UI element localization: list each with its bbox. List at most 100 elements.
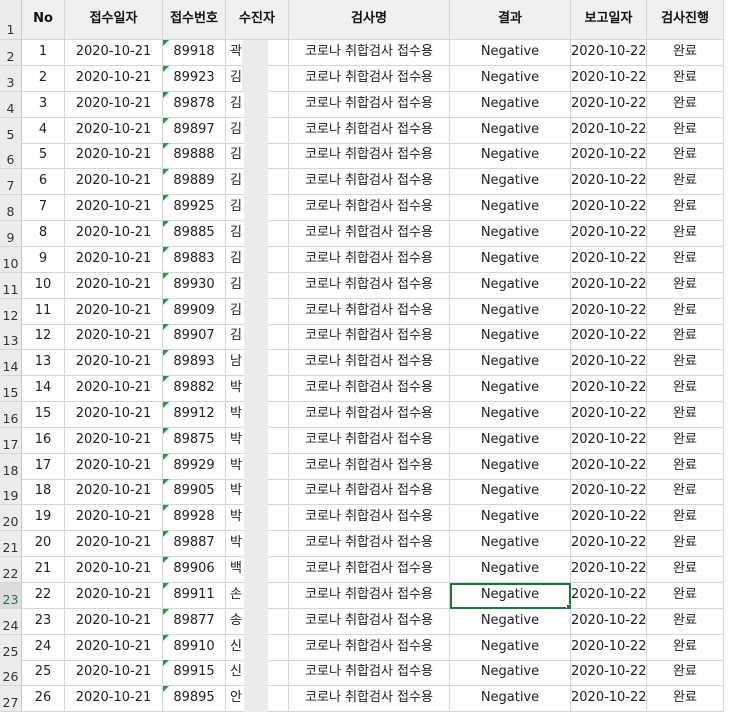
cell-no[interactable]: 23: [22, 608, 65, 635]
cell-received-date[interactable]: 2020-10-21: [65, 608, 163, 635]
cell-report-date[interactable]: 2020-10-22: [571, 376, 647, 403]
row-header[interactable]: 5: [0, 117, 22, 144]
cell-test-status[interactable]: 완료: [647, 65, 724, 92]
cell-report-date[interactable]: 2020-10-22: [571, 350, 647, 377]
cell-test-status[interactable]: 완료: [647, 40, 724, 66]
cell-result[interactable]: Negative: [450, 401, 571, 428]
cell-patient-name[interactable]: 박: [226, 505, 289, 532]
cell-received-date[interactable]: 2020-10-21: [65, 401, 163, 428]
column-header-received-date[interactable]: 접수일자: [65, 0, 163, 40]
cell-test-name[interactable]: 코로나 취합검사 접수용: [289, 479, 450, 506]
cell-patient-name[interactable]: 김: [226, 169, 289, 196]
cell-patient-name[interactable]: 김: [226, 117, 289, 144]
column-header-patient[interactable]: 수진자: [226, 0, 289, 40]
row-header[interactable]: 12: [0, 298, 22, 325]
row-header[interactable]: 3: [0, 65, 22, 92]
cell-test-status[interactable]: 완료: [647, 169, 724, 196]
cell-report-date[interactable]: 2020-10-22: [571, 40, 647, 66]
cell-test-name[interactable]: 코로나 취합검사 접수용: [289, 634, 450, 661]
cell-no[interactable]: 17: [22, 453, 65, 480]
cell-report-date[interactable]: 2020-10-22: [571, 557, 647, 583]
row-header[interactable]: 10: [0, 246, 22, 273]
cell-patient-name[interactable]: 김: [226, 143, 289, 170]
cell-no[interactable]: 16: [22, 427, 65, 454]
column-header-test-status[interactable]: 검사진행: [647, 0, 724, 40]
cell-test-status[interactable]: 완료: [647, 220, 724, 247]
row-header[interactable]: 18: [0, 453, 22, 480]
cell-no[interactable]: 7: [22, 195, 65, 222]
row-header[interactable]: 4: [0, 91, 22, 118]
cell-receipt-number[interactable]: 89895: [163, 686, 226, 713]
cell-receipt-number[interactable]: 89925: [163, 195, 226, 222]
cell-result[interactable]: Negative: [450, 220, 571, 247]
cell-test-status[interactable]: 완료: [647, 298, 724, 325]
cell-no[interactable]: 19: [22, 505, 65, 532]
cell-test-status[interactable]: 완료: [647, 582, 724, 609]
cell-patient-name[interactable]: 박: [226, 401, 289, 428]
cell-no[interactable]: 20: [22, 531, 65, 558]
cell-receipt-number[interactable]: 89883: [163, 246, 226, 273]
cell-received-date[interactable]: 2020-10-21: [65, 634, 163, 661]
cell-received-date[interactable]: 2020-10-21: [65, 453, 163, 480]
cell-test-name[interactable]: 코로나 취합검사 접수용: [289, 582, 450, 609]
cell-no[interactable]: 10: [22, 272, 65, 299]
cell-receipt-number[interactable]: 89915: [163, 660, 226, 687]
cell-no[interactable]: 5: [22, 143, 65, 170]
cell-test-name[interactable]: 코로나 취합검사 접수용: [289, 453, 450, 480]
row-header[interactable]: 22: [0, 557, 22, 583]
cell-test-name[interactable]: 코로나 취합검사 접수용: [289, 246, 450, 273]
cell-received-date[interactable]: 2020-10-21: [65, 660, 163, 687]
cell-result[interactable]: Negative: [450, 479, 571, 506]
cell-result[interactable]: Negative: [450, 634, 571, 661]
cell-receipt-number[interactable]: 89907: [163, 324, 226, 351]
cell-result[interactable]: Negative: [450, 376, 571, 403]
cell-test-status[interactable]: 완료: [647, 401, 724, 428]
cell-report-date[interactable]: 2020-10-22: [571, 246, 647, 273]
cell-report-date[interactable]: 2020-10-22: [571, 686, 647, 713]
cell-result[interactable]: Negative: [450, 686, 571, 713]
row-header[interactable]: 23: [0, 582, 22, 609]
cell-test-name[interactable]: 코로나 취합검사 접수용: [289, 169, 450, 196]
cell-test-name[interactable]: 코로나 취합검사 접수용: [289, 660, 450, 687]
cell-test-status[interactable]: 완료: [647, 453, 724, 480]
cell-test-status[interactable]: 완료: [647, 608, 724, 635]
cell-receipt-number[interactable]: 89897: [163, 117, 226, 144]
cell-test-name[interactable]: 코로나 취합검사 접수용: [289, 376, 450, 403]
cell-received-date[interactable]: 2020-10-21: [65, 220, 163, 247]
row-header[interactable]: 20: [0, 505, 22, 532]
cell-receipt-number[interactable]: 89923: [163, 65, 226, 92]
cell-received-date[interactable]: 2020-10-21: [65, 531, 163, 558]
cell-test-name[interactable]: 코로나 취합검사 접수용: [289, 686, 450, 713]
cell-no[interactable]: 6: [22, 169, 65, 196]
cell-test-name[interactable]: 코로나 취합검사 접수용: [289, 401, 450, 428]
cell-receipt-number[interactable]: 89888: [163, 143, 226, 170]
cell-test-name[interactable]: 코로나 취합검사 접수용: [289, 143, 450, 170]
cell-test-status[interactable]: 완료: [647, 557, 724, 583]
cell-patient-name[interactable]: 손: [226, 582, 289, 609]
cell-patient-name[interactable]: 김: [226, 91, 289, 118]
cell-test-name[interactable]: 코로나 취합검사 접수용: [289, 608, 450, 635]
column-header-no[interactable]: No: [22, 0, 65, 40]
cell-received-date[interactable]: 2020-10-21: [65, 246, 163, 273]
cell-receipt-number[interactable]: 89905: [163, 479, 226, 506]
cell-test-status[interactable]: 완료: [647, 376, 724, 403]
cell-no[interactable]: 22: [22, 582, 65, 609]
cell-patient-name[interactable]: 박: [226, 427, 289, 454]
cell-no[interactable]: 15: [22, 401, 65, 428]
cell-patient-name[interactable]: 김: [226, 272, 289, 299]
cell-result[interactable]: Negative: [450, 427, 571, 454]
cell-no[interactable]: 24: [22, 634, 65, 661]
cell-report-date[interactable]: 2020-10-22: [571, 220, 647, 247]
cell-received-date[interactable]: 2020-10-21: [65, 557, 163, 583]
cell-result[interactable]: Negative: [450, 453, 571, 480]
cell-result[interactable]: Negative: [450, 272, 571, 299]
cell-patient-name[interactable]: 김: [226, 195, 289, 222]
column-header-report-date[interactable]: 보고일자: [571, 0, 647, 40]
row-header[interactable]: 16: [0, 401, 22, 428]
fill-handle[interactable]: [566, 603, 570, 608]
cell-received-date[interactable]: 2020-10-21: [65, 582, 163, 609]
row-header[interactable]: 8: [0, 195, 22, 222]
cell-received-date[interactable]: 2020-10-21: [65, 143, 163, 170]
row-header[interactable]: 2: [0, 40, 22, 66]
cell-received-date[interactable]: 2020-10-21: [65, 350, 163, 377]
